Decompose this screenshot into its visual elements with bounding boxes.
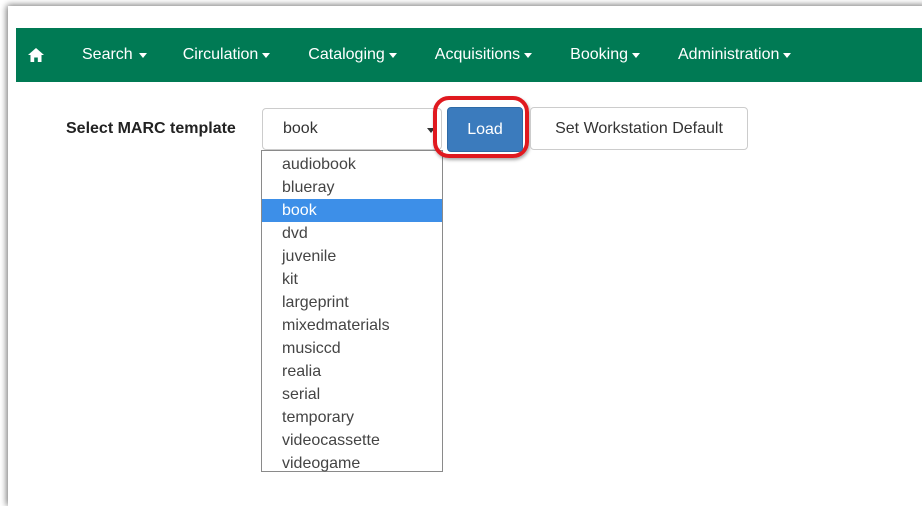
caret-down-icon xyxy=(783,52,792,58)
option-videocassette[interactable]: videocassette xyxy=(262,429,442,452)
caret-down-icon xyxy=(524,52,533,58)
caret-down-icon xyxy=(138,52,147,58)
option-temporary[interactable]: temporary xyxy=(262,406,442,429)
option-mixedmaterials[interactable]: mixedmaterials xyxy=(262,314,442,337)
main-navbar: Search Circulation Cataloging Acquisitio… xyxy=(16,28,922,82)
nav-cataloging-label: Cataloging xyxy=(308,46,385,63)
selected-template-value: book xyxy=(283,120,318,137)
set-workstation-default-button[interactable]: Set Workstation Default xyxy=(530,107,748,150)
nav-acquisitions-menu[interactable]: Acquisitions xyxy=(434,28,533,82)
option-videogame[interactable]: videogame xyxy=(262,452,442,475)
option-audiobook[interactable]: audiobook xyxy=(262,153,442,176)
caret-down-icon xyxy=(388,52,397,58)
nav-circulation-label: Circulation xyxy=(182,46,259,63)
nav-booking-menu[interactable]: Booking xyxy=(570,28,640,82)
option-musiccd[interactable]: musiccd xyxy=(262,337,442,360)
home-button[interactable] xyxy=(16,28,56,82)
nav-circulation-menu[interactable]: Circulation xyxy=(183,28,271,82)
load-button[interactable]: Load xyxy=(447,107,523,152)
marc-template-label: Select MARC template xyxy=(66,120,236,137)
nav-booking-label: Booking xyxy=(570,46,628,63)
option-dvd[interactable]: dvd xyxy=(262,222,442,245)
option-largeprint[interactable]: largeprint xyxy=(262,291,442,314)
caret-down-icon xyxy=(262,52,271,58)
home-icon xyxy=(28,48,44,62)
caret-down-icon xyxy=(632,52,640,58)
nav-cataloging-menu[interactable]: Cataloging xyxy=(308,28,397,82)
option-book[interactable]: book xyxy=(262,199,442,222)
nav-administration-menu[interactable]: Administration xyxy=(678,28,792,82)
option-kit[interactable]: kit xyxy=(262,268,442,291)
nav-administration-label: Administration xyxy=(678,46,780,63)
option-juvenile[interactable]: juvenile xyxy=(262,245,442,268)
option-realia[interactable]: realia xyxy=(262,360,442,383)
option-blueray[interactable]: blueray xyxy=(262,176,442,199)
nav-search-menu[interactable]: Search xyxy=(82,28,147,82)
option-serial[interactable]: serial xyxy=(262,383,442,406)
nav-acquisitions-label: Acquisitions xyxy=(434,46,521,63)
marc-template-select[interactable]: book xyxy=(262,108,442,150)
marc-template-dropdown: audiobook blueray book dvd juvenile kit … xyxy=(261,150,443,472)
nav-search-label: Search xyxy=(82,46,133,63)
